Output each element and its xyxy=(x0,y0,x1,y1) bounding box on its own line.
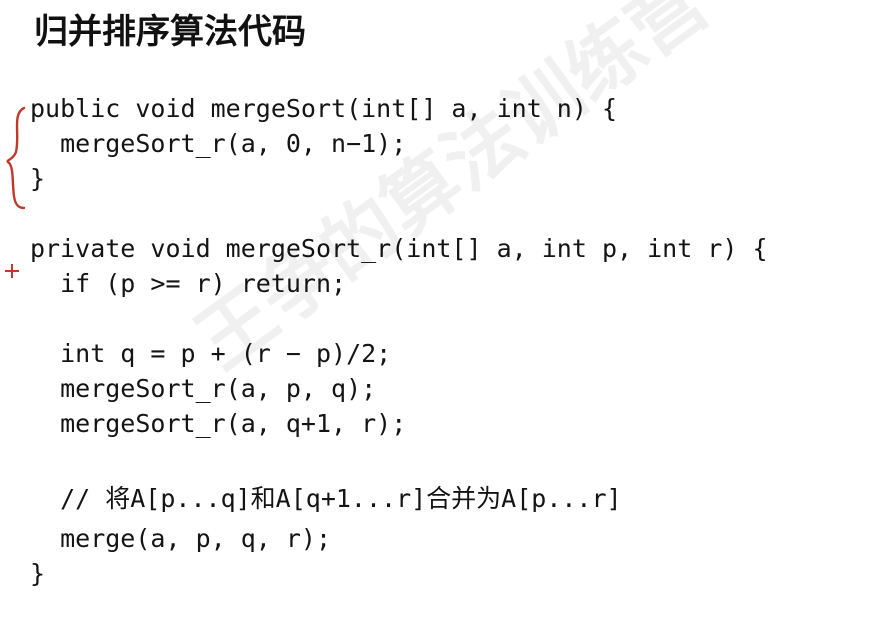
code-line-9: mergeSort_r(a, p, q); xyxy=(30,374,377,403)
code-line-13: merge(a, p, q, r); xyxy=(30,524,332,553)
code-line-10: mergeSort_r(a, q+1, r); xyxy=(30,409,407,438)
code-line-1: public void mergeSort(int[] a, int n) { xyxy=(30,94,617,123)
page-title: 归并排序算法代码 xyxy=(34,12,306,52)
slide: 归并排序算法代码 王争的算法训练营 public void mergeSort(… xyxy=(0,0,892,620)
code-line-3: } xyxy=(30,164,46,193)
code-line-14: } xyxy=(30,559,46,588)
code-line-5: private void mergeSort_r(int[] a, int p,… xyxy=(30,234,768,263)
code-line-8: int q = p + (r − p)/2; xyxy=(30,339,392,368)
code-line-6: if (p >= r) return; xyxy=(30,269,347,298)
red-brace-annotation xyxy=(6,106,26,210)
code-comment-line: // 将A[p...q]和A[q+1...r]合并为A[p...r] xyxy=(30,484,622,513)
watermark: 王争的算法训练营 xyxy=(179,0,725,386)
code-line-2: mergeSort_r(a, 0, n−1); xyxy=(30,129,407,158)
plus-mark xyxy=(5,264,19,278)
